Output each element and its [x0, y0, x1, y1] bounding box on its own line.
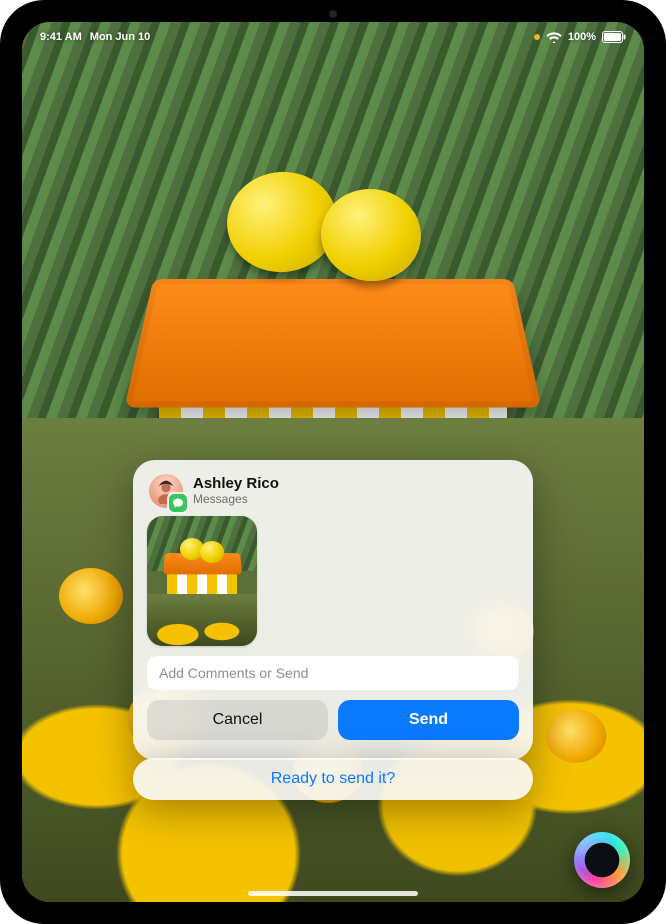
cancel-button[interactable]: Cancel: [147, 700, 328, 740]
location-indicator-dot: [534, 34, 540, 40]
status-time: 9:41 AM: [40, 31, 82, 43]
siri-prompt-text: Ready to send it?: [271, 770, 396, 788]
contact-avatar-wrap: [149, 474, 183, 508]
share-card: Ashley Rico Messages Cancel Send: [133, 460, 533, 760]
status-date: Mon Jun 10: [90, 31, 151, 43]
bg-cooler-lid: [125, 279, 542, 407]
button-row: Cancel Send: [147, 700, 519, 740]
status-bar: 9:41 AM Mon Jun 10 100%: [22, 28, 644, 46]
siri-prompt-pill[interactable]: Ready to send it?: [133, 758, 533, 800]
attachment-thumbnail[interactable]: [147, 516, 257, 646]
share-body: Cancel Send: [145, 516, 521, 748]
share-app-name: Messages: [193, 493, 279, 507]
messages-app-badge-icon: [169, 494, 187, 512]
send-button[interactable]: Send: [338, 700, 519, 740]
front-camera: [329, 10, 337, 18]
comment-input[interactable]: [147, 656, 519, 690]
bg-flower: [59, 568, 123, 624]
home-indicator[interactable]: [248, 891, 418, 896]
ipad-device-frame: 9:41 AM Mon Jun 10 100%: [0, 0, 666, 924]
battery-percent: 100%: [568, 31, 596, 43]
siri-orb-button[interactable]: [574, 832, 630, 888]
screen: 9:41 AM Mon Jun 10 100%: [22, 22, 644, 902]
share-header: Ashley Rico Messages: [145, 472, 521, 516]
wifi-icon: [546, 31, 562, 43]
contact-name: Ashley Rico: [193, 475, 279, 492]
battery-icon: [602, 31, 626, 43]
